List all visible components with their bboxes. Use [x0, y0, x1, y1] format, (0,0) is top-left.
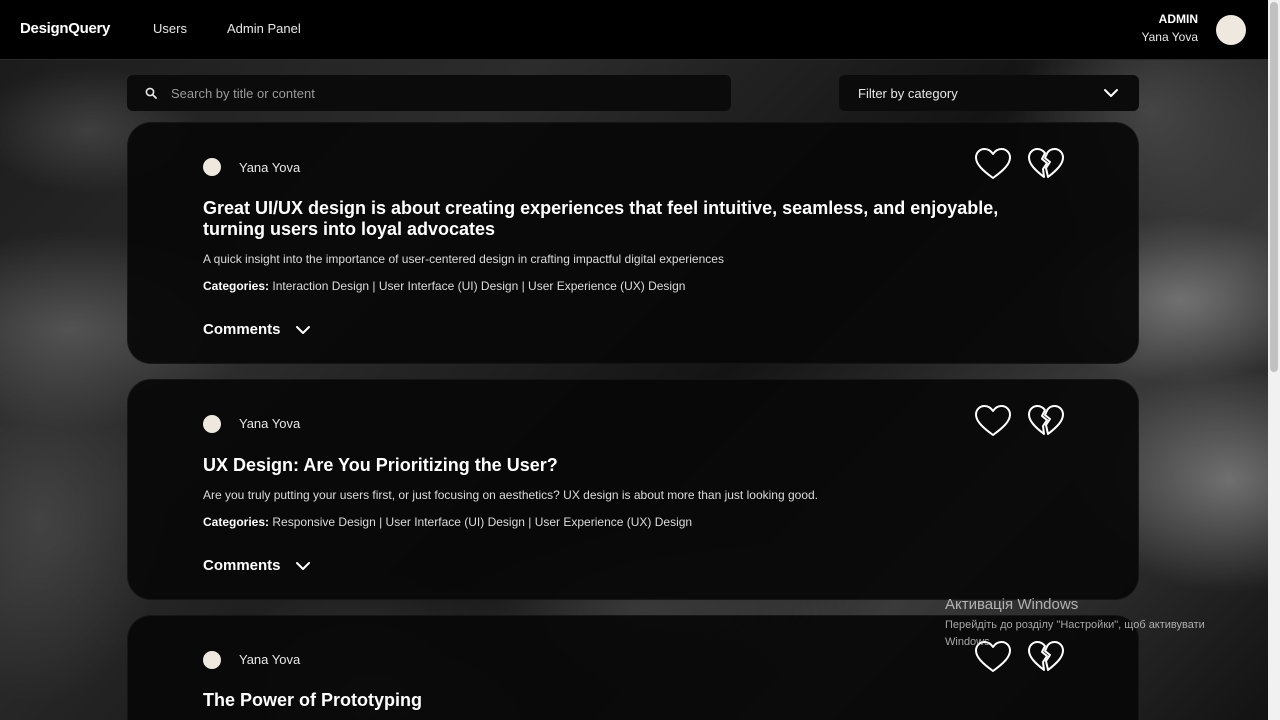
author-name: Yana Yova: [239, 160, 301, 175]
activation-subtitle: Перейдіть до розділу "Настройки", щоб ак…: [945, 619, 1205, 648]
page-scrollbar[interactable]: [1268, 0, 1280, 720]
comments-toggle[interactable]: Comments: [203, 321, 311, 338]
categories-label: Categories:: [203, 279, 270, 293]
user-role-label: ADMIN: [1158, 12, 1198, 26]
post-title[interactable]: The Power of Prototyping: [203, 690, 1043, 711]
categories-list: Responsive Design | User Interface (UI) …: [272, 515, 693, 529]
search-bar: [127, 75, 731, 111]
author-avatar: [203, 415, 221, 433]
author-avatar: [203, 158, 221, 176]
chevron-down-icon: [295, 325, 310, 334]
activation-title: Активація Windows: [945, 596, 1079, 613]
post-description: A quick insight into the importance of u…: [203, 252, 724, 266]
user-avatar[interactable]: [1216, 15, 1246, 45]
categories-label: Categories:: [203, 515, 270, 529]
nav-link-admin-panel[interactable]: Admin Panel: [227, 21, 301, 36]
heart-outline-icon[interactable]: [974, 147, 1012, 181]
post-categories: Categories: Responsive Design | User Int…: [203, 515, 692, 529]
post-title[interactable]: UX Design: Are You Prioritizing the User…: [203, 455, 1043, 476]
scrollbar-thumb[interactable]: [1270, 2, 1278, 372]
nav-link-users[interactable]: Users: [153, 21, 187, 36]
user-info: ADMIN Yana Yova: [1141, 12, 1198, 44]
heart-outline-icon[interactable]: [974, 404, 1012, 438]
top-navbar: DesignQuery Users Admin Panel ADMIN Yana…: [0, 0, 1268, 60]
search-input[interactable]: [171, 83, 711, 103]
comments-label: Comments: [203, 557, 281, 574]
author-avatar: [203, 651, 221, 669]
author-name: Yana Yova: [239, 652, 301, 667]
user-name-label: Yana Yova: [1141, 30, 1198, 44]
post-card: Yana Yova Great UI/UX design is about cr…: [127, 122, 1139, 364]
app-logo[interactable]: DesignQuery: [20, 20, 110, 37]
comments-toggle[interactable]: Comments: [203, 557, 311, 574]
broken-heart-icon[interactable]: [1027, 147, 1065, 181]
filter-label: Filter by category: [858, 86, 958, 101]
search-icon: [145, 87, 157, 99]
category-filter-select[interactable]: Filter by category: [839, 75, 1139, 111]
post-title[interactable]: Great UI/UX design is about creating exp…: [203, 198, 1043, 240]
broken-heart-icon[interactable]: [1027, 404, 1065, 438]
categories-list: Interaction Design | User Interface (UI)…: [272, 279, 686, 293]
windows-activation-watermark: Активація Windows Перейдіть до розділу "…: [945, 596, 1245, 651]
post-categories: Categories: Interaction Design | User In…: [203, 279, 685, 293]
author-name: Yana Yova: [239, 416, 301, 431]
chevron-down-icon: [1104, 89, 1118, 97]
post-description: Are you truly putting your users first, …: [203, 488, 818, 502]
post-card: Yana Yova UX Design: Are You Prioritizin…: [127, 379, 1139, 600]
comments-label: Comments: [203, 321, 281, 338]
chevron-down-icon: [295, 561, 310, 570]
